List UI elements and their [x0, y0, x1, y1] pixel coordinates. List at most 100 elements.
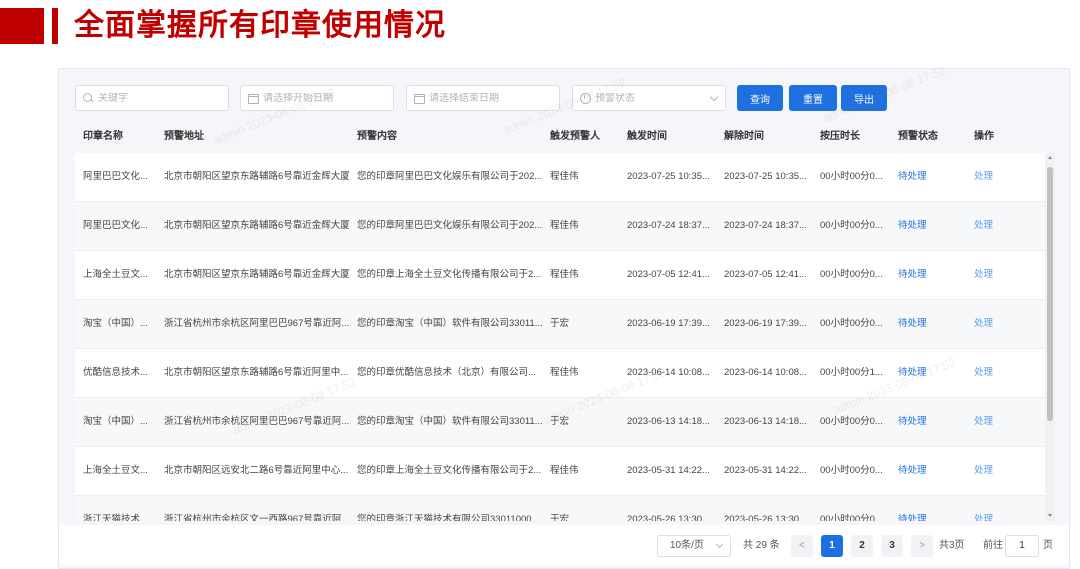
table-row[interactable]: 阿里巴巴文化... 北京市朝阳区望京东路辅路6号靠近金辉大厦 您的印章阿里巴巴文…: [75, 202, 1045, 251]
column-header[interactable]: 预警地址: [164, 121, 204, 153]
app-frame: 查询 重置 导出 印章名称 预警地址 预警内容 触发预警人 触发时间 解除时间 …: [58, 63, 1070, 569]
keyword-input[interactable]: [98, 92, 228, 104]
table-row[interactable]: 上海全土豆文... 北京市朝阳区望京东路辅路6号靠近金辉大厦 您的印章上海全土豆…: [75, 251, 1045, 300]
handle-link[interactable]: 处理: [974, 496, 1034, 521]
table-header: 印章名称 预警地址 预警内容 触发预警人 触发时间 解除时间 按压时长 预警状态…: [75, 121, 1055, 153]
trigger-time-cell: 2023-05-31 14:22...: [627, 465, 710, 476]
person-cell: 程佳伟: [550, 465, 579, 476]
table-row[interactable]: 淘宝（中国）... 浙江省杭州市余杭区阿里巴巴967号靠近阿... 您的印章淘宝…: [75, 300, 1045, 349]
query-button[interactable]: 查询: [737, 85, 783, 111]
duration-cell: 00小时00分1...: [820, 367, 883, 378]
status-select-input[interactable]: [595, 92, 725, 104]
title-accent-block: [0, 8, 44, 44]
page-button-1[interactable]: 1: [821, 535, 843, 557]
release-time-cell: 2023-06-14 10:08...: [724, 367, 807, 378]
page-size-select[interactable]: 10条/页: [657, 535, 731, 557]
handle-link[interactable]: 处理: [974, 447, 1034, 495]
person-cell: 程佳伟: [550, 269, 579, 280]
page-button-3[interactable]: 3: [881, 535, 903, 557]
column-header[interactable]: 印章名称: [83, 121, 123, 153]
seal-name-cell: 淘宝（中国）...: [83, 318, 148, 329]
start-date-input[interactable]: [263, 92, 393, 104]
page-button-2[interactable]: 2: [851, 535, 873, 557]
status-select[interactable]: [572, 85, 726, 111]
scroll-down-arrow-icon[interactable]: [1048, 514, 1052, 517]
pagination: 10条/页 共 29 条 < 1 2 3 > 共3页 前往 1 页: [59, 525, 1069, 565]
person-cell: 程佳伟: [550, 220, 579, 231]
duration-cell: 00小时00分0...: [820, 269, 883, 280]
person-cell: 于宏: [550, 514, 570, 521]
content-cell: 您的印章优酷信息技术（北京）有限公司...: [357, 367, 536, 378]
status-icon: [579, 92, 591, 104]
trigger-time-cell: 2023-07-24 18:37...: [627, 220, 710, 231]
end-date-input[interactable]: [429, 92, 559, 104]
seal-name-cell: 上海全土豆文...: [83, 465, 148, 476]
table-row[interactable]: 阿里巴巴文化... 北京市朝阳区望京东路辅路6号靠近金辉大厦 您的印章阿里巴巴文…: [75, 153, 1045, 202]
slide-title: 全面掌握所有印章使用情况: [74, 8, 446, 43]
trigger-time-cell: 2023-05-26 13:30...: [627, 514, 710, 521]
column-header[interactable]: 预警内容: [357, 121, 397, 153]
handle-link[interactable]: 处理: [974, 251, 1034, 299]
person-cell: 程佳伟: [550, 171, 579, 182]
release-time-cell: 2023-07-25 10:35...: [724, 171, 807, 182]
trigger-time-cell: 2023-06-19 17:39...: [627, 318, 710, 329]
title-accent-bar: [52, 8, 58, 44]
table-row[interactable]: 淘宝（中国）... 浙江省杭州市余杭区阿里巴巴967号靠近阿... 您的印章淘宝…: [75, 398, 1045, 447]
scrollbar-thumb[interactable]: [1047, 167, 1053, 421]
seal-name-cell: 阿里巴巴文化...: [83, 220, 148, 231]
status-badge: 待处理: [898, 318, 927, 329]
column-header[interactable]: 触发预警人: [550, 121, 600, 153]
seal-name-cell: 上海全土豆文...: [83, 269, 148, 280]
address-cell: 浙江省杭州市余杭区阿里巴巴967号靠近阿...: [164, 318, 350, 329]
scroll-up-arrow-icon[interactable]: [1048, 156, 1052, 159]
slide-header: 全面掌握所有印章使用情况: [0, 0, 1080, 50]
address-cell: 北京市朝阳区望京东路辅路6号靠近阿里中...: [164, 367, 349, 378]
duration-cell: 00小时00分0...: [820, 318, 883, 329]
goto-page-input[interactable]: 1: [1005, 535, 1039, 557]
end-date-field[interactable]: [406, 85, 560, 111]
column-header[interactable]: 按压时长: [820, 121, 860, 153]
content-cell: 您的印章淘宝（中国）软件有限公司33011...: [357, 318, 543, 329]
status-badge: 待处理: [898, 514, 927, 521]
person-cell: 于宏: [550, 318, 570, 329]
content-cell: 您的印章浙江天猫技术有限公司33011000...: [357, 514, 540, 521]
keyword-field[interactable]: [75, 85, 229, 111]
seal-name-cell: 浙江天猫技术...: [83, 514, 148, 521]
handle-link[interactable]: 处理: [974, 300, 1034, 348]
seal-name-cell: 阿里巴巴文化...: [83, 171, 148, 182]
handle-link[interactable]: 处理: [974, 349, 1034, 397]
person-cell: 于宏: [550, 416, 570, 427]
release-time-cell: 2023-06-13 14:18...: [724, 416, 807, 427]
address-cell: 北京市朝阳区远安北二路6号靠近阿里中心...: [164, 465, 349, 476]
status-badge: 待处理: [898, 171, 927, 182]
duration-cell: 00小时00分0...: [820, 465, 883, 476]
handle-link[interactable]: 处理: [974, 202, 1034, 250]
trigger-time-cell: 2023-06-13 14:18...: [627, 416, 710, 427]
trigger-time-cell: 2023-07-05 12:41...: [627, 269, 710, 280]
reset-button[interactable]: 重置: [789, 85, 837, 111]
address-cell: 浙江省杭州市余杭区阿里巴巴967号靠近阿...: [164, 416, 350, 427]
table-row[interactable]: 浙江天猫技术... 浙江省杭州市余杭区文一西路967号靠近阿... 您的印章浙江…: [75, 496, 1045, 521]
column-header[interactable]: 解除时间: [724, 121, 764, 153]
content-cell: 您的印章淘宝（中国）软件有限公司33011...: [357, 416, 543, 427]
column-header[interactable]: 操作: [974, 121, 994, 153]
table-scrollbar[interactable]: [1045, 153, 1055, 521]
duration-cell: 00小时00分0...: [820, 171, 883, 182]
address-cell: 北京市朝阳区望京东路辅路6号靠近金辉大厦: [164, 220, 350, 231]
content-cell: 您的印章阿里巴巴文化娱乐有限公司于202...: [357, 171, 543, 182]
next-page-button[interactable]: >: [911, 535, 933, 557]
column-header[interactable]: 触发时间: [627, 121, 667, 153]
handle-link[interactable]: 处理: [974, 398, 1034, 446]
start-date-field[interactable]: [240, 85, 394, 111]
release-time-cell: 2023-05-31 14:22...: [724, 465, 807, 476]
export-button[interactable]: 导出: [841, 85, 887, 111]
column-header[interactable]: 预警状态: [898, 121, 938, 153]
table-row[interactable]: 优酷信息技术... 北京市朝阳区望京东路辅路6号靠近阿里中... 您的印章优酷信…: [75, 349, 1045, 398]
trigger-time-cell: 2023-06-14 10:08...: [627, 367, 710, 378]
status-badge: 待处理: [898, 416, 927, 427]
seal-name-cell: 优酷信息技术...: [83, 367, 148, 378]
table-row[interactable]: 上海全土豆文... 北京市朝阳区远安北二路6号靠近阿里中心... 您的印章上海全…: [75, 447, 1045, 496]
release-time-cell: 2023-05-26 13:30...: [724, 514, 807, 521]
handle-link[interactable]: 处理: [974, 153, 1034, 201]
prev-page-button[interactable]: <: [791, 535, 813, 557]
